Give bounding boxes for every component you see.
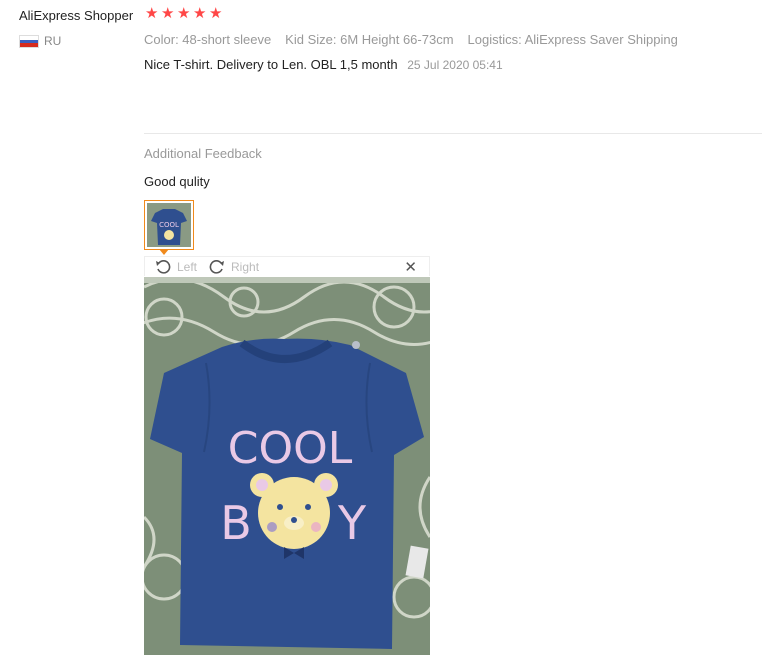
svg-text:COOL: COOL [159,221,179,229]
rotate-right-label: Right [231,259,260,274]
additional-feedback-title: Additional Feedback [144,146,262,161]
star-icon: ★ [177,5,191,22]
russia-flag-icon [19,35,39,48]
country-code: RU [44,34,62,48]
reviewer-name: AliExpress Shopper [19,8,134,23]
color-attribute: Color: 48-short sleeve [144,32,272,47]
rotate-left-icon [156,259,171,274]
divider [144,133,762,134]
image-viewer-toolbar: Left Right ✕ [144,256,430,276]
size-attribute: Kid Size: 6M Height 66-73cm [285,32,454,47]
print-text-b: B [220,496,252,550]
star-icon: ★ [193,5,207,22]
star-icon: ★ [209,5,223,22]
logistics-attribute: Logistics: AliExpress Saver Shipping [467,32,678,47]
thumbnail-caret [159,249,169,255]
print-text-cool: COOL [228,423,353,474]
review-date: 25 Jul 2020 05:41 [407,58,503,72]
review-text: Nice T-shirt. Delivery to Len. OBL 1,5 m… [144,57,398,72]
rotate-right-button[interactable]: Right [209,260,259,274]
additional-feedback-text: Good qulity [144,174,210,189]
rotate-left-label: Left [177,259,198,274]
photo-thumbnail[interactable]: COOL [144,200,194,250]
review-content: Nice T-shirt. Delivery to Len. OBL 1,5 m… [144,57,503,72]
star-icon: ★ [161,5,175,22]
star-icon: ★ [145,5,159,22]
print-text-y: Y [337,496,367,550]
order-attributes: Color: 48-short sleeve Kid Size: 6M Heig… [144,32,678,47]
rotate-left-button[interactable]: Left [155,260,197,274]
review-photo: COOL B Y [144,277,430,655]
rating-stars: ★ ★ ★ ★ ★ [145,6,224,21]
rotate-right-icon [209,259,225,274]
close-icon[interactable]: ✕ [404,258,417,276]
